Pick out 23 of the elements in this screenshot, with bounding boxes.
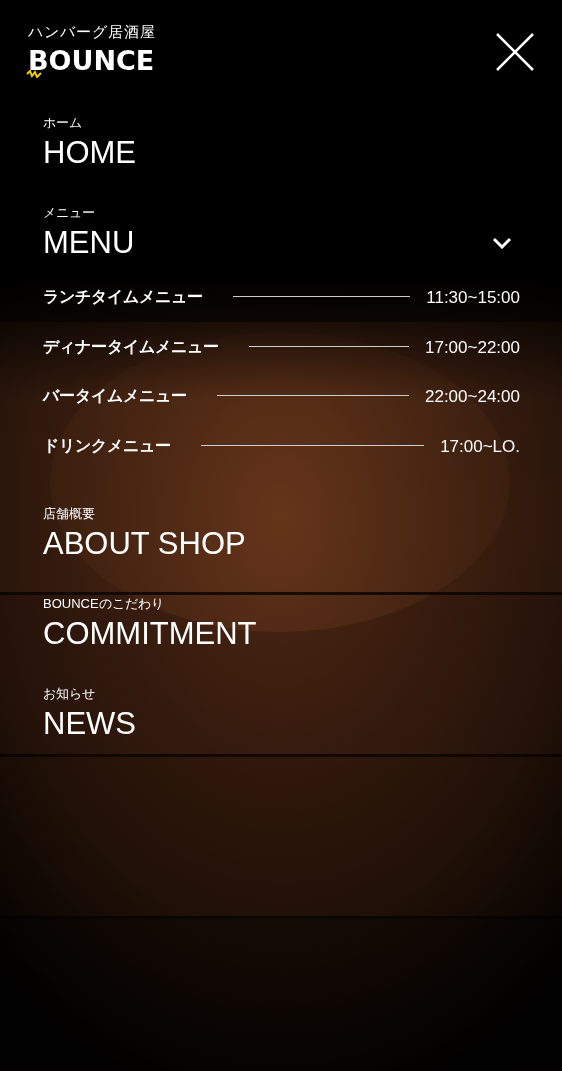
- nav-subtitle: 店舗概要: [43, 507, 96, 520]
- nav-link[interactable]: COMMITMENT: [43, 618, 257, 649]
- hours-text: 17:00~LO.: [440, 435, 520, 458]
- nav-link[interactable]: HOME: [43, 137, 136, 168]
- tagline: ハンバーグ居酒屋: [28, 24, 156, 39]
- chevron-down-icon[interactable]: [492, 236, 512, 249]
- logo[interactable]: BOUNCE: [28, 47, 155, 74]
- submenu-link[interactable]: ディナータイムメニュー: [43, 334, 219, 359]
- close-button[interactable]: [495, 32, 535, 72]
- hours-text: 22:00~24:00: [425, 386, 520, 408]
- submenu-link[interactable]: ランチタイムメニュー: [43, 285, 203, 309]
- submenu-link[interactable]: バータイムメニュー: [43, 384, 187, 408]
- hours-text: 17:00~22:00: [425, 336, 520, 359]
- nav-link[interactable]: NEWS: [43, 708, 136, 739]
- squiggle-icon: [26, 70, 43, 78]
- nav-subtitle: ホーム: [43, 116, 83, 129]
- nav-link[interactable]: MENU: [43, 227, 135, 258]
- nav-link[interactable]: ABOUT SHOP: [43, 528, 246, 559]
- nav-subtitle: お知らせ: [43, 687, 96, 700]
- nav-subtitle: BOUNCEのこだわり: [43, 597, 165, 610]
- submenu-link[interactable]: ドリンクメニュー: [43, 433, 171, 458]
- nav-subtitle: メニュー: [43, 206, 96, 219]
- hours-text: 11:30~15:00: [426, 287, 520, 309]
